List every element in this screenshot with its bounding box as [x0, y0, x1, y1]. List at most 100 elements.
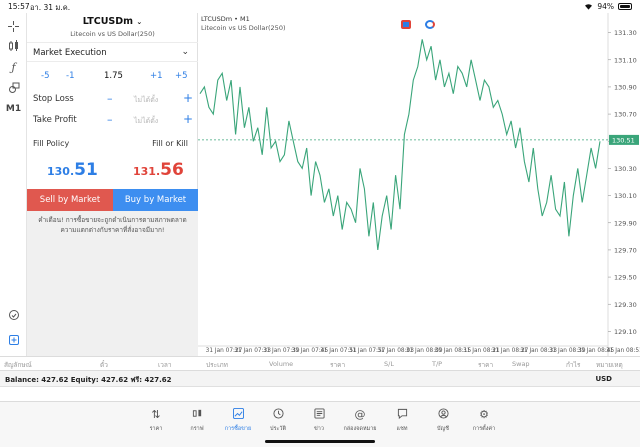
- chart-title: LTCUSDm • M1: [201, 15, 250, 23]
- fill-policy-label: Fill Policy: [33, 139, 70, 148]
- sell-by-market-button[interactable]: Sell by Market: [27, 189, 113, 211]
- col-swap: Swap: [512, 360, 530, 368]
- fill-policy-value: Fill or Kill: [152, 139, 188, 148]
- battery-percent: 94%: [597, 2, 614, 11]
- y-tick-label: 130.90: [614, 83, 637, 91]
- wifi-icon: [585, 4, 593, 10]
- y-tick-label: 130.10: [614, 192, 637, 200]
- fill-policy-row[interactable]: Fill Policy Fill or Kill: [27, 137, 198, 153]
- price-display: 130.51 131.56: [27, 160, 198, 188]
- y-tick-label: 129.90: [614, 219, 637, 227]
- stop-loss-plus-button[interactable]: +: [183, 91, 193, 105]
- execution-type-select[interactable]: Market Execution ⌄: [27, 42, 198, 62]
- warning-text: คำเตือน! การซื้อขายจะถูกดำเนินการตามสภาพ…: [38, 216, 187, 234]
- battery-icon: [618, 3, 632, 10]
- nav-trade[interactable]: การซื้อขาย: [218, 408, 258, 433]
- take-profit-input[interactable]: ไม่ได้ตั้ง: [134, 116, 158, 127]
- col-time: เวลา: [158, 361, 172, 369]
- y-tick-label: 129.70: [614, 246, 637, 254]
- take-profit-plus-button[interactable]: +: [183, 112, 193, 126]
- history-search-icon[interactable]: [4, 306, 23, 324]
- mailbox-icon: @: [354, 408, 366, 421]
- stop-loss-field: Stop Loss – ไม่ได้ตั้ง +: [27, 91, 198, 109]
- volume-plus5-button[interactable]: +5: [175, 71, 188, 81]
- nav-chat[interactable]: แชท: [382, 408, 422, 433]
- y-tick-label: 130.70: [614, 111, 637, 119]
- stop-loss-label: Stop Loss: [33, 94, 74, 104]
- home-indicator: [265, 440, 375, 443]
- history-icon: [258, 408, 298, 422]
- chevron-down-icon: ⌄: [136, 18, 143, 26]
- col-type: ประเภท: [206, 361, 228, 369]
- gear-icon: ⚙: [479, 408, 489, 421]
- nav-mailbox[interactable]: @ กล่องจดหมาย: [340, 408, 380, 433]
- symbol-selector[interactable]: LTCUSDm ⌄: [27, 16, 198, 27]
- balance-row: Balance: 427.62 Equity: 427.62 ฟรี: 427.…: [0, 371, 640, 387]
- nav-account[interactable]: บัญชี: [423, 408, 463, 433]
- indicators-icon[interactable]: [4, 37, 23, 55]
- objects-icon[interactable]: [4, 79, 23, 97]
- news-icon: [299, 408, 339, 422]
- nav-settings[interactable]: ⚙ การตั้งค่า: [464, 408, 504, 433]
- trade-icon: [218, 408, 258, 422]
- symbol-description: Litecoin vs US Dollar(250): [70, 30, 155, 38]
- chat-icon: [382, 408, 422, 422]
- col-ticket: ตั๋ว: [100, 361, 108, 369]
- price-series-line: [199, 39, 601, 250]
- bid-price-tag-label: 130.51: [612, 136, 635, 144]
- status-bar: 15:57 อา. 31 ม.ค. 94%: [0, 0, 640, 13]
- nav-quotes[interactable]: ⇅ ราคา: [136, 408, 176, 433]
- take-profit-field: Take Profit – ไม่ได้ตั้ง +: [27, 112, 198, 130]
- account-icon: [423, 408, 463, 422]
- col-profit: กำไร: [566, 361, 581, 369]
- order-panel: LTCUSDm ⌄ Litecoin vs US Dollar(250) Mar…: [27, 13, 198, 356]
- col-comment: หมายเหตุ: [596, 361, 623, 369]
- function-icon[interactable]: ƒ: [4, 58, 23, 76]
- col-price: ราคา: [330, 361, 346, 369]
- chevron-down-icon: ⌄: [181, 47, 189, 57]
- nav-chart[interactable]: กราฟ: [177, 408, 217, 433]
- col-sl: S/L: [384, 360, 394, 368]
- execution-type-label: Market Execution: [33, 48, 107, 58]
- volume-minus1-button[interactable]: -1: [66, 71, 74, 81]
- price-chart[interactable]: 131.30131.10130.90130.70130.50130.30130.…: [198, 13, 640, 356]
- take-profit-label: Take Profit: [33, 115, 77, 125]
- volume-input[interactable]: 1.75: [104, 71, 123, 81]
- volume-stepper: -5 -1 1.75 +1 +5: [27, 71, 198, 85]
- symbol-name: LTCUSDm: [82, 16, 134, 27]
- y-tick-label: 129.10: [614, 328, 637, 336]
- volume-plus1-button[interactable]: +1: [150, 71, 163, 81]
- stop-loss-minus-button[interactable]: –: [107, 92, 113, 105]
- col-symbol: สัญลักษณ์: [4, 361, 32, 369]
- trade-signal-icon[interactable]: [401, 20, 411, 29]
- status-time: 15:57: [8, 2, 30, 11]
- chart-toolstrip: ƒ M1: [0, 13, 27, 356]
- chart-icon: [177, 408, 217, 422]
- quotes-icon: ⇅: [151, 408, 161, 421]
- volume-minus5-button[interactable]: -5: [41, 71, 49, 81]
- chart-canvas[interactable]: 131.30131.10130.90130.70130.50130.30130.…: [198, 13, 640, 356]
- take-profit-minus-button[interactable]: –: [107, 113, 113, 126]
- trade-table-header: สัญลักษณ์ ตั๋ว เวลา ประเภท Volume ราคา S…: [0, 356, 640, 371]
- col-volume: Volume: [269, 360, 294, 368]
- chart-subtitle: Litecoin vs US Dollar(250): [201, 24, 286, 32]
- nav-news[interactable]: ข่าว: [299, 408, 339, 433]
- chart-export-icon[interactable]: [4, 331, 23, 349]
- y-tick-label: 130.30: [614, 165, 637, 173]
- one-click-trading-icon[interactable]: [425, 20, 435, 29]
- col-tp: T/P: [432, 360, 443, 368]
- sell-price: 130.51: [47, 160, 98, 180]
- x-tick-label: 31 Jan 08:51: [606, 348, 640, 354]
- y-tick-label: 129.50: [614, 274, 637, 282]
- buy-by-market-button[interactable]: Buy by Market: [113, 189, 198, 211]
- timeframe-button[interactable]: M1: [4, 100, 23, 118]
- crosshair-icon[interactable]: [4, 17, 23, 35]
- warning-box: คำเตือน! การซื้อขายจะถูกดำเนินการตามสภาพ…: [27, 211, 198, 356]
- y-tick-label: 131.30: [614, 29, 637, 37]
- buy-price: 131.56: [133, 160, 184, 180]
- col-current-price: ราคา: [478, 361, 494, 369]
- stop-loss-input[interactable]: ไม่ได้ตั้ง: [134, 95, 158, 106]
- nav-history[interactable]: ประวัติ: [258, 408, 298, 433]
- balance-currency: USD: [595, 375, 612, 383]
- balance-text: Balance: 427.62 Equity: 427.62 ฟรี: 427.…: [5, 376, 172, 384]
